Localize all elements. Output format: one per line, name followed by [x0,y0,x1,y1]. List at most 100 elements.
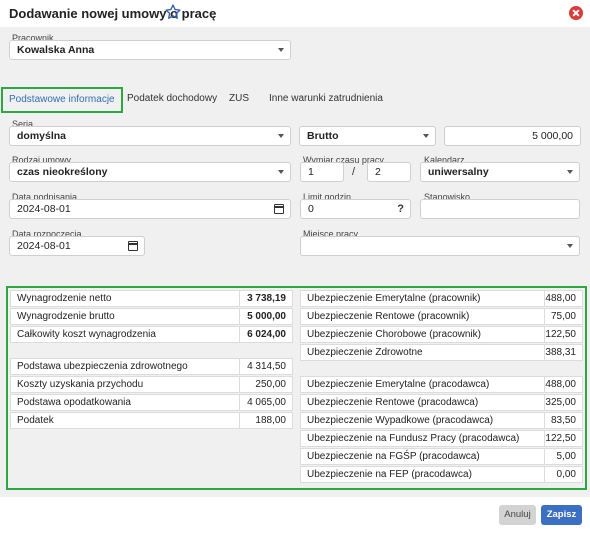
star-icon[interactable] [164,3,182,21]
summary-row-label: Ubezpieczenie Rentowe (pracodawca) [307,397,479,408]
help-icon[interactable]: ? [397,200,404,218]
tab-income-tax[interactable]: Podatek dochodowy [127,87,217,113]
summary-row-label: Podstawa opodatkowania [17,397,131,408]
summary-row-divider [239,395,240,410]
tab-zus[interactable]: ZUS [229,87,249,113]
employee-select[interactable]: Kowalska Anna [9,40,291,60]
summary-row-value: 4 065,00 [247,397,286,408]
workplace-select[interactable] [300,236,580,256]
summary-row: Podstawa opodatkowania 4 065,00 [10,394,293,411]
salary-amount-input[interactable]: 5 000,00 [444,126,581,146]
summary-row-label: Ubezpieczenie Chorobowe (pracownik) [307,329,481,340]
series-value: domyślna [17,130,67,142]
summary-row-divider [239,327,240,342]
chevron-down-icon [278,134,284,138]
start-date-value: 2024-08-01 [17,240,71,252]
summary-row-divider [239,309,240,324]
chevron-down-icon [423,134,429,138]
summary-row-label: Koszty uzyskania przychodu [17,379,144,390]
tab-other-conditions[interactable]: Inne warunki zatrudnienia [269,87,383,113]
summary-row: Ubezpieczenie Chorobowe (pracownik) 122,… [300,326,583,343]
summary-row: Ubezpieczenie Wypadkowe (pracodawca) 83,… [300,412,583,429]
contract-type-value: czas nieokreślony [17,166,108,178]
save-button[interactable]: Zapisz [541,505,582,525]
tab-bar: Podstawowe informacje Podatek dochodowy … [0,87,590,113]
summary-row-label: Ubezpieczenie Wypadkowe (pracodawca) [307,415,494,426]
chevron-down-icon [567,244,573,248]
chevron-down-icon [278,48,284,52]
dialog-footer: Anuluj Zapisz [0,497,590,534]
summary-row-divider [544,309,545,324]
summary-row-value: 250,00 [255,379,286,390]
chevron-down-icon [278,170,284,174]
summary-row-label: Wynagrodzenie brutto [17,311,115,322]
summary-row-divider [239,291,240,306]
worktime-denominator-input[interactable]: 2 [367,162,411,182]
summary-row-divider [544,467,545,482]
summary-row-divider [239,359,240,374]
summary-row-value: 5 000,00 [247,311,286,322]
summary-row-divider [544,449,545,464]
summary-row: Podatek 188,00 [10,412,293,429]
contract-type-select[interactable]: czas nieokreślony [9,162,291,182]
summary-row-value: 6 024,00 [247,329,286,340]
series-select[interactable]: domyślna [9,126,291,146]
calendar-value: uniwersalny [428,166,489,178]
salary-summary-panel: Wynagrodzenie netto 3 738,19 Wynagrodzen… [6,286,587,490]
salary-type-select[interactable]: Brutto [299,126,436,146]
summary-row: Ubezpieczenie na Fundusz Pracy (pracodaw… [300,430,583,447]
summary-row-label: Ubezpieczenie Rentowe (pracownik) [307,311,470,322]
start-date-input[interactable]: 2024-08-01 [9,236,145,256]
summary-row-value: 488,00 [545,293,576,304]
sign-date-value: 2024-08-01 [17,203,71,215]
summary-row-value: 388,31 [545,347,576,358]
summary-row: Całkowity koszt wynagrodzenia 6 024,00 [10,326,293,343]
summary-row-label: Podatek [17,415,54,426]
summary-row-divider [239,413,240,428]
summary-row-value: 122,50 [545,329,576,340]
summary-row-value: 83,50 [550,415,576,426]
calendar-icon[interactable] [128,241,138,251]
dialog-title: Dodawanie nowej umowy o pracę [9,6,217,21]
summary-row: Wynagrodzenie netto 3 738,19 [10,290,293,307]
position-input[interactable] [420,199,580,219]
summary-row-value: 75,00 [550,311,576,322]
worktime-separator: / [352,166,356,178]
summary-row-divider [544,413,545,428]
summary-row-value: 5,00 [556,451,576,462]
summary-row-divider [239,377,240,392]
calendar-select[interactable]: uniwersalny [420,162,580,182]
summary-row: Ubezpieczenie na FGŚP (pracodawca) 5,00 [300,448,583,465]
hours-limit-input[interactable]: 0 ? [300,199,411,219]
salary-type-value: Brutto [307,130,339,142]
summary-row-value: 188,00 [255,415,286,426]
employee-value: Kowalska Anna [17,44,95,56]
summary-row: Ubezpieczenie na FEP (pracodawca) 0,00 [300,466,583,483]
summary-row: Ubezpieczenie Rentowe (pracownik) 75,00 [300,308,583,325]
calendar-icon[interactable] [274,204,284,214]
dialog-header: Dodawanie nowej umowy o pracę [0,0,590,27]
summary-row: Ubezpieczenie Rentowe (pracodawca) 325,0… [300,394,583,411]
summary-row-label: Ubezpieczenie Zdrowotne [307,347,423,358]
cancel-button[interactable]: Anuluj [499,505,536,525]
summary-row-label: Ubezpieczenie Emerytalne (pracownik) [307,293,481,304]
summary-row-value: 325,00 [545,397,576,408]
summary-row-label: Ubezpieczenie na Fundusz Pracy (pracodaw… [307,433,520,444]
sign-date-input[interactable]: 2024-08-01 [9,199,291,219]
close-icon[interactable] [569,6,583,20]
summary-row-label: Ubezpieczenie Emerytalne (pracodawca) [307,379,490,390]
summary-row-value: 4 314,50 [247,361,286,372]
worktime-numerator-input[interactable]: 1 [300,162,344,182]
summary-row: Ubezpieczenie Emerytalne (pracownik) 488… [300,290,583,307]
summary-row-value: 488,00 [545,379,576,390]
summary-row-label: Podstawa ubezpieczenia zdrowotnego [17,361,188,372]
tab-basic-info[interactable]: Podstawowe informacje [1,87,123,113]
summary-row-label: Wynagrodzenie netto [17,293,112,304]
summary-row-label: Ubezpieczenie na FGŚP (pracodawca) [307,451,480,462]
summary-row-value: 3 738,19 [247,293,286,304]
summary-row-label: Ubezpieczenie na FEP (pracodawca) [307,469,472,480]
summary-row-label: Całkowity koszt wynagrodzenia [17,329,156,340]
hours-limit-value: 0 [308,203,314,215]
summary-row: Ubezpieczenie Zdrowotne 388,31 [300,344,583,361]
summary-row: Koszty uzyskania przychodu 250,00 [10,376,293,393]
